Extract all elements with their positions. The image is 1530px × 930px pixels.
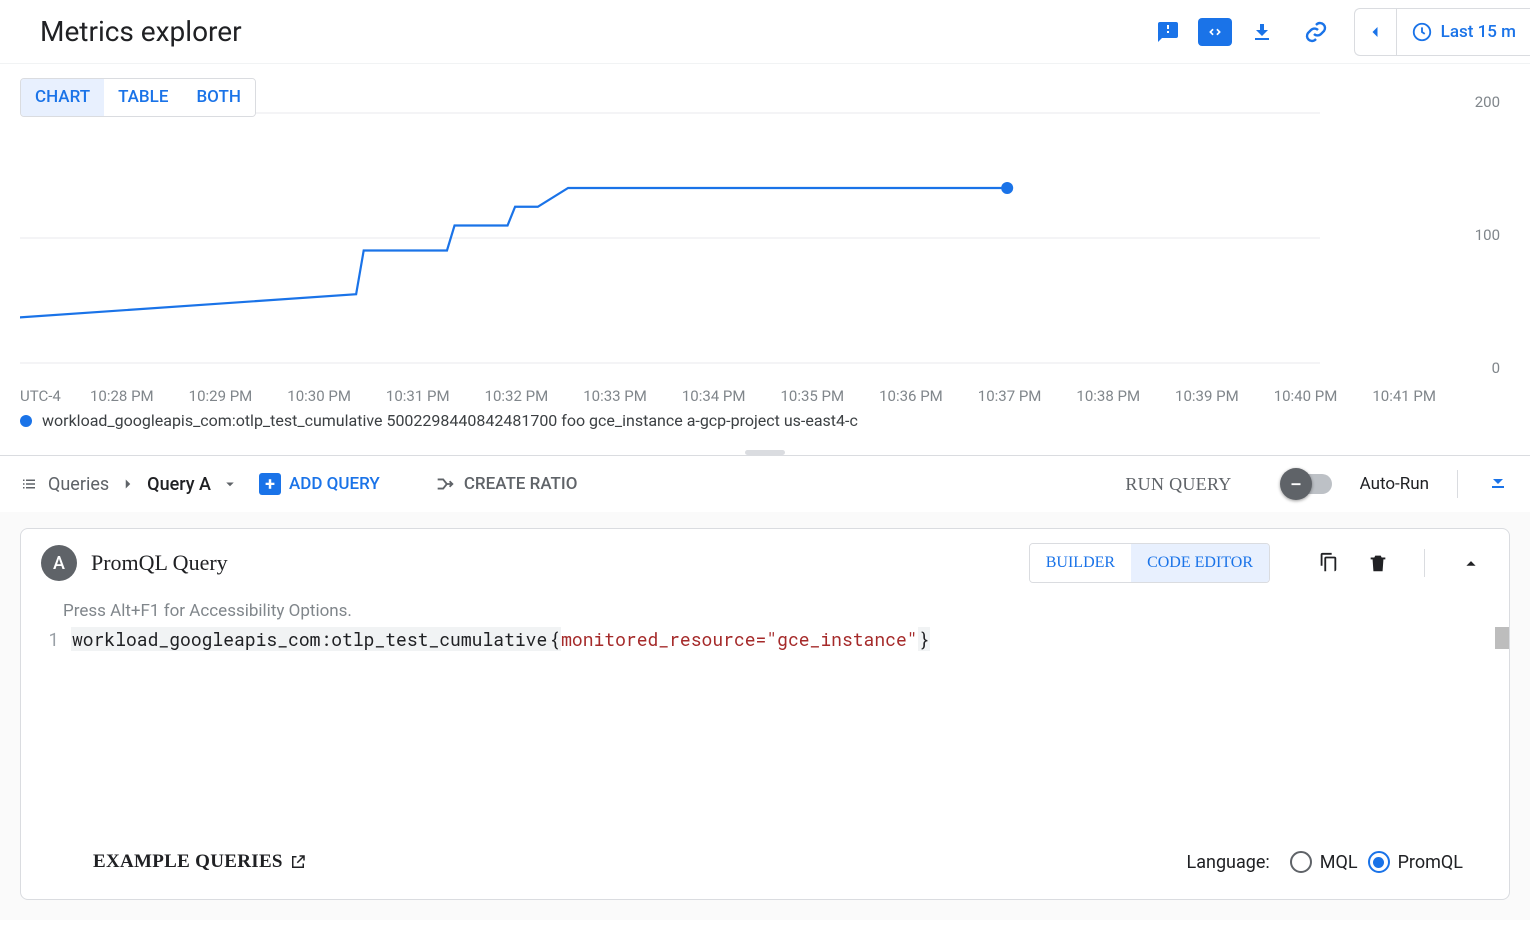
example-queries-link[interactable]: EXAMPLE QUERIES [93, 851, 307, 873]
y-tick: 0 [1492, 359, 1500, 377]
copy-icon [1317, 552, 1339, 574]
code-icon[interactable] [1198, 18, 1232, 46]
query-card-title: PromQL Query [91, 550, 1015, 576]
view-tabs: CHART TABLE BOTH [20, 78, 256, 117]
code-line[interactable]: workload_googleapis_com:otlp_test_cumula… [71, 627, 1509, 827]
y-tick: 100 [1475, 226, 1500, 244]
chart-legend[interactable]: workload_googleapis_com:otlp_test_cumula… [20, 405, 1530, 444]
code-attr: monitored_resource [561, 627, 755, 651]
accessibility-hint: Press Alt+F1 for Accessibility Options. [21, 597, 1509, 627]
pause-icon [1287, 475, 1305, 493]
language-promql-radio[interactable]: PromQL [1368, 851, 1463, 873]
x-tick: 10:32 PM [485, 387, 549, 405]
time-range-picker: Last 15 m [1354, 8, 1530, 56]
y-axis: 200 100 0 [1446, 93, 1500, 405]
auto-run-toggle[interactable] [1284, 474, 1332, 494]
query-card: A PromQL Query BUILDER CODE EDITOR Press… [20, 528, 1510, 900]
page-header: Metrics explorer Last 15 m [0, 0, 1530, 64]
x-tick: 10:33 PM [583, 387, 647, 405]
query-card-header: A PromQL Query BUILDER CODE EDITOR [21, 529, 1509, 597]
query-card-footer: EXAMPLE QUERIES Language: MQL PromQL [21, 827, 1509, 899]
code-editor-mode-button[interactable]: CODE EDITOR [1131, 544, 1269, 582]
tab-both[interactable]: BOTH [182, 79, 254, 116]
x-tick: 10:40 PM [1274, 387, 1338, 405]
chevron-up-icon [1460, 552, 1482, 574]
ratio-icon [406, 474, 426, 494]
x-tick: 10:37 PM [978, 387, 1042, 405]
separator [1424, 549, 1425, 577]
code-metric: workload_googleapis_com:otlp_test_cumula… [71, 627, 548, 651]
legend-label: workload_googleapis_com:otlp_test_cumula… [42, 411, 858, 430]
x-tick: 10:35 PM [780, 387, 844, 405]
tab-table[interactable]: TABLE [104, 79, 182, 116]
query-mode-toggle: BUILDER CODE EDITOR [1029, 543, 1270, 583]
x-tick: 10:29 PM [189, 387, 253, 405]
query-avatar: A [41, 545, 77, 581]
y-tick: 200 [1475, 93, 1500, 111]
language-promql-label: PromQL [1398, 852, 1463, 873]
header-actions: Last 15 m [1144, 8, 1530, 56]
queries-toolbar: Queries Query A + ADD QUERY CREATE RATIO… [0, 456, 1530, 512]
download-icon[interactable] [1238, 8, 1286, 56]
queries-label: Queries [48, 474, 109, 495]
chart-container: UTC-4 10:28 PM 10:29 PM 10:30 PM 10:31 PM 10… [20, 93, 1530, 405]
legend-swatch-icon [20, 415, 32, 427]
queries-breadcrumb[interactable]: Queries Query A [20, 474, 239, 495]
trash-icon [1367, 552, 1389, 574]
line-chart[interactable] [20, 93, 1320, 383]
time-range-label: Last 15 m [1441, 22, 1516, 42]
time-range-button[interactable]: Last 15 m [1397, 21, 1530, 43]
merge-icon [434, 473, 456, 495]
example-queries-label: EXAMPLE QUERIES [93, 851, 283, 873]
chart-area: CHART TABLE BOTH UTC-4 10:28 PM 10:29 PM 1… [0, 64, 1530, 444]
tab-chart[interactable]: CHART [21, 79, 104, 116]
language-label: Language: [1187, 852, 1270, 873]
caret-down-icon [221, 475, 239, 493]
external-link-icon [289, 853, 307, 871]
x-tick: 10:34 PM [682, 387, 746, 405]
language-mql-radio[interactable]: MQL [1290, 851, 1358, 873]
x-tick: 10:39 PM [1175, 387, 1239, 405]
create-ratio-button[interactable]: CREATE RATIO [400, 472, 584, 496]
x-tick: 10:38 PM [1076, 387, 1140, 405]
code-value: "gce_instance" [766, 627, 917, 651]
scrollbar-thumb[interactable] [1495, 627, 1509, 649]
page-title: Metrics explorer [40, 15, 242, 48]
chevron-right-icon [119, 475, 137, 493]
chevron-down-icon [1486, 470, 1510, 494]
current-query-label: Query A [147, 474, 211, 495]
run-query-button[interactable]: RUN QUERY [1119, 473, 1237, 496]
add-query-button[interactable]: + ADD QUERY [253, 472, 386, 496]
collapse-all-button[interactable] [1486, 470, 1510, 498]
auto-run-label: Auto-Run [1360, 474, 1429, 494]
code-editor[interactable]: 1 workload_googleapis_com:otlp_test_cumu… [21, 627, 1509, 827]
x-tick: 10:28 PM [90, 387, 154, 405]
copy-query-button[interactable] [1310, 545, 1346, 581]
feedback-icon[interactable] [1144, 8, 1192, 56]
x-tick: 10:31 PM [386, 387, 450, 405]
add-query-label: ADD QUERY [289, 474, 380, 494]
gutter: 1 [41, 627, 71, 827]
delete-query-button[interactable] [1360, 545, 1396, 581]
list-icon [20, 475, 38, 493]
language-mql-label: MQL [1320, 852, 1358, 873]
x-tick: 10:36 PM [879, 387, 943, 405]
link-icon[interactable] [1292, 8, 1340, 56]
query-card-container: A PromQL Query BUILDER CODE EDITOR Press… [0, 512, 1530, 920]
collapse-card-button[interactable] [1453, 545, 1489, 581]
create-ratio-label: CREATE RATIO [464, 474, 578, 494]
plus-icon: + [259, 473, 281, 495]
line-number: 1 [48, 627, 59, 651]
x-tick: 10:30 PM [287, 387, 351, 405]
x-tick: 10:41 PM [1372, 387, 1436, 405]
builder-mode-button[interactable]: BUILDER [1030, 544, 1131, 582]
clock-icon [1411, 21, 1433, 43]
time-range-prev-button[interactable] [1355, 9, 1397, 55]
separator [1457, 470, 1458, 498]
timezone-label: UTC-4 [20, 387, 90, 405]
